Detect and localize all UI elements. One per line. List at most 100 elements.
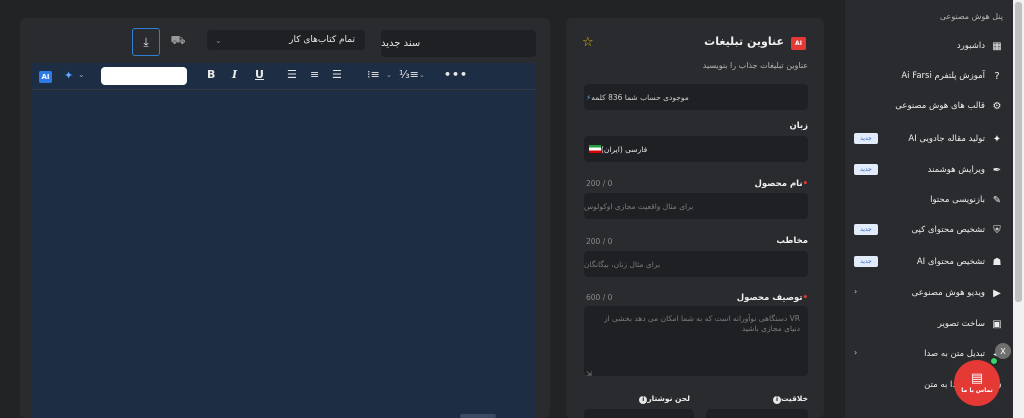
chevron-right-icon: › bbox=[854, 348, 858, 357]
creativity-label-text: خلاقیت bbox=[780, 394, 808, 403]
new-badge: جدید bbox=[854, 133, 878, 144]
form-subtitle: عناوین تبلیغات جذاب را بنویسید bbox=[702, 61, 808, 70]
description-counter: 600 / 0 bbox=[586, 293, 613, 302]
product-name-counter: 200 / 0 bbox=[586, 179, 613, 188]
product-name-input[interactable]: برای مثال واقعیت مجازی اوکولوس bbox=[584, 193, 808, 219]
image-icon: ▣ bbox=[992, 318, 1002, 330]
sidebar-item-templates[interactable]: قالب های هوش مصنوعی ⚙ bbox=[845, 92, 1013, 120]
editor-scrollbar[interactable] bbox=[460, 414, 496, 418]
form-title: عناوین تبلیغات bbox=[704, 35, 784, 48]
editor-toolbar: AI ✦ ⌄ B I U ☰ ≡ ☰ ⁝≡ ⌄ ⅓≡ ⌄ ••• bbox=[32, 63, 535, 90]
video-icon: ▶ bbox=[993, 287, 1001, 299]
pencil-icon: ✎ bbox=[992, 194, 1002, 206]
underline-button[interactable]: U bbox=[255, 68, 264, 81]
language-select[interactable]: فارسی (ایران) bbox=[584, 136, 808, 162]
sidebar: پنل هوش مصنوعی داشبورد ▦ آموزش پلتفرم Ai … bbox=[845, 0, 1013, 418]
dashboard-icon: ▦ bbox=[992, 40, 1002, 52]
chevron-down-icon[interactable]: ⌄ bbox=[386, 71, 392, 79]
sidebar-item-ai-detection[interactable]: جدید تشخیص محتوای AI ☗ bbox=[845, 248, 1013, 276]
sidebar-item-label: قالب های هوش مصنوعی bbox=[895, 101, 985, 111]
robot-icon: ☗ bbox=[992, 256, 1002, 268]
page-scrollbar[interactable] bbox=[1013, 0, 1024, 418]
help-icon: ? bbox=[994, 70, 1000, 82]
chevron-icon: ⌄ bbox=[215, 35, 222, 45]
chevron-down-icon[interactable]: ⌄ bbox=[419, 71, 425, 79]
chat-close-button[interactable]: X bbox=[995, 343, 1011, 359]
document-title-text: سند جدید bbox=[381, 38, 421, 49]
sparkle-icon: ✦ bbox=[992, 133, 1002, 145]
info-icon[interactable]: i bbox=[772, 396, 781, 404]
tone-label: لحن نوشتارi bbox=[637, 394, 690, 404]
scrollbar-thumb[interactable] bbox=[1015, 2, 1022, 302]
workbook-select-label: تمام کتاب‌های کار bbox=[289, 35, 355, 45]
document-title-input[interactable]: سند جدید bbox=[381, 30, 536, 57]
align-center-icon[interactable]: ≡ bbox=[310, 68, 319, 81]
numbered-list-icon[interactable]: ⅓≡ bbox=[399, 68, 419, 81]
language-value: فارسی (ایران) bbox=[601, 144, 648, 154]
sidebar-item-label: آموزش پلتفرم Ai Farsi bbox=[901, 71, 985, 81]
chevron-right-icon: › bbox=[854, 287, 858, 296]
audience-input[interactable]: برای مثال زنان، بیگانگان bbox=[584, 251, 808, 277]
chevron-down-icon[interactable]: ⌄ bbox=[78, 70, 85, 79]
resize-handle-icon[interactable]: ⇲ bbox=[586, 370, 592, 378]
sidebar-item-image[interactable]: ساخت تصویر ▣ bbox=[845, 310, 1013, 338]
product-name-label-text: نام محصول bbox=[754, 179, 803, 189]
description-textarea[interactable]: VR دستگاهی نوآورانه است که به شما امکان … bbox=[584, 306, 808, 376]
ai-assist-button[interactable]: AI bbox=[39, 71, 52, 83]
workbook-select[interactable]: ⌄ تمام کتاب‌های کار bbox=[207, 30, 365, 50]
editor-panel: سند جدید ⌄ تمام کتاب‌های کار ⛟ ⤓ AI ✦ ⌄ … bbox=[20, 18, 550, 418]
new-badge: جدید bbox=[854, 164, 878, 175]
contact-chat-button[interactable]: ▤ تماس با ما bbox=[954, 360, 1000, 406]
font-select[interactable] bbox=[101, 67, 187, 85]
more-options-button[interactable]: ••• bbox=[444, 68, 468, 81]
sidebar-item-magic-article[interactable]: جدید تولید مقاله جادویی AI ✦ bbox=[845, 125, 1013, 153]
product-name-placeholder: برای مثال واقعیت مجازی اوکولوس bbox=[584, 201, 694, 211]
bold-button[interactable]: B bbox=[207, 68, 215, 81]
sidebar-item-label: ساخت تصویر bbox=[937, 319, 985, 329]
sidebar-item-smart-edit[interactable]: جدید ویرایش هوشمند ✒ bbox=[845, 156, 1013, 184]
chip-icon: ⚙ bbox=[992, 100, 1002, 112]
description-label-text: توصیف محصول bbox=[736, 293, 803, 303]
new-badge: جدید bbox=[854, 224, 878, 235]
bolt-icon: ⚡ bbox=[586, 92, 592, 102]
required-marker: • bbox=[802, 293, 808, 303]
sidebar-item-label: تشخیص محتوای کپی bbox=[911, 225, 985, 235]
audience-placeholder: برای مثال زنان، بیگانگان bbox=[584, 259, 661, 269]
shield-icon: ⛨ bbox=[993, 224, 1001, 236]
sidebar-item-label: تبدیل متن به صدا bbox=[924, 349, 985, 359]
align-left-icon[interactable]: ☰ bbox=[287, 68, 297, 81]
ad-headlines-form: AI عناوین تبلیغات ☆ عناوین تبلیغات جذاب … bbox=[566, 18, 824, 418]
creativity-label: خلاقیتi bbox=[771, 394, 808, 404]
magic-wand-icon[interactable]: ✦ bbox=[64, 69, 73, 82]
creativity-select[interactable] bbox=[706, 409, 808, 418]
chat-icon: ▤ bbox=[970, 371, 984, 386]
sidebar-item-label: بازنویسی محتوا bbox=[930, 195, 985, 205]
credit-text: موجودی حساب شما 836 کلمه bbox=[591, 92, 689, 102]
audience-counter: 200 / 0 bbox=[586, 237, 613, 246]
new-badge: جدید bbox=[854, 256, 878, 267]
sidebar-item-tutorial[interactable]: آموزش پلتفرم Ai Farsi? bbox=[845, 62, 1013, 90]
bullet-list-icon[interactable]: ⁝≡ bbox=[367, 68, 380, 81]
save-icon[interactable]: ⛟ bbox=[167, 30, 189, 52]
sidebar-item-dashboard[interactable]: داشبورد ▦ bbox=[845, 32, 1013, 60]
language-label: زبان bbox=[789, 121, 808, 131]
tone-select[interactable] bbox=[584, 409, 694, 418]
description-label: •توصیف محصول bbox=[737, 293, 808, 303]
italic-button[interactable]: I bbox=[232, 68, 237, 81]
iran-flag-icon bbox=[589, 145, 601, 153]
sidebar-item-rewrite[interactable]: بازنویسی محتوا ✎ bbox=[845, 186, 1013, 214]
audience-label: مخاطب bbox=[776, 236, 808, 246]
ai-badge: AI bbox=[791, 37, 806, 50]
sidebar-item-copy-detection[interactable]: جدید تشخیص محتوای کپی ⛨ bbox=[845, 216, 1013, 244]
sidebar-item-ai-video[interactable]: › ویدیو هوش مصنوعی ▶ bbox=[845, 279, 1013, 307]
required-marker: • bbox=[802, 179, 808, 189]
sidebar-item-label: داشبورد bbox=[956, 41, 985, 51]
editor-content-area[interactable] bbox=[32, 91, 535, 418]
sidebar-item-label: تولید مقاله جادویی AI bbox=[908, 134, 985, 144]
product-name-label: •نام محصول bbox=[755, 179, 808, 189]
sidebar-item-label: ویدیو هوش مصنوعی bbox=[911, 288, 985, 298]
sidebar-item-label: ویرایش هوشمند bbox=[927, 165, 985, 175]
align-right-icon[interactable]: ☰ bbox=[332, 68, 342, 81]
star-icon[interactable]: ☆ bbox=[582, 35, 594, 50]
download-icon[interactable]: ⤓ bbox=[132, 28, 160, 56]
